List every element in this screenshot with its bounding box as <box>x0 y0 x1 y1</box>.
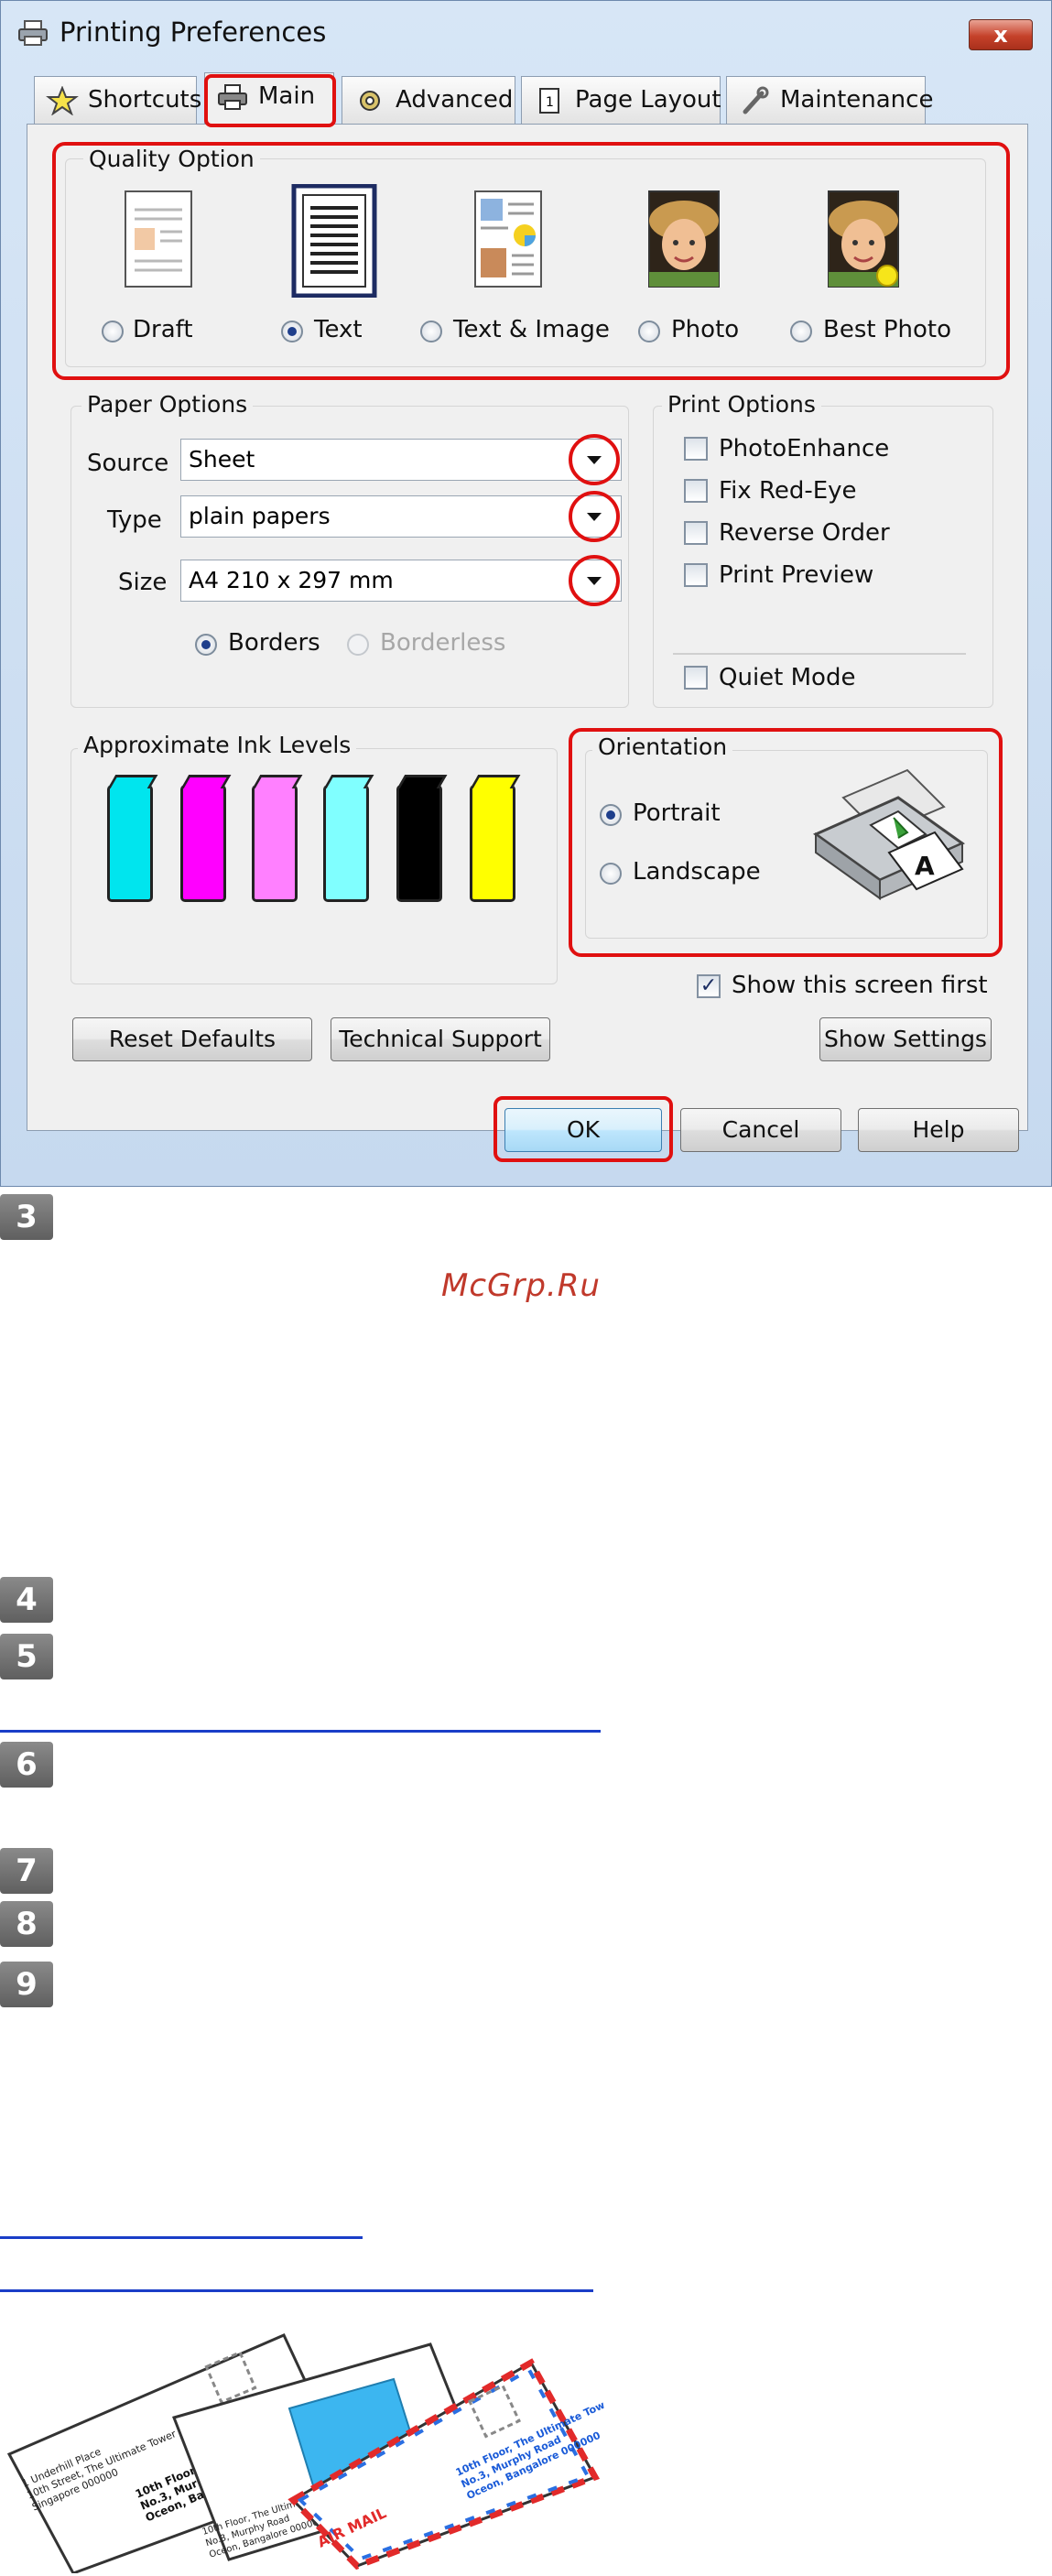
print-options-label: Print Options <box>662 391 821 418</box>
step-badge: 3 <box>0 1194 53 1240</box>
separator-link-line[interactable] <box>0 2289 593 2292</box>
best-photo-radio[interactable] <box>790 321 812 342</box>
size-arrow-highlight <box>569 555 620 606</box>
landscape-radio[interactable] <box>600 863 622 885</box>
text-document-icon <box>291 184 377 298</box>
show-settings-button[interactable]: Show Settings <box>819 1017 992 1061</box>
title-bar[interactable]: Printing Preferences x <box>1 1 1051 67</box>
ink-cartridge-icon <box>252 785 298 902</box>
source-select[interactable]: Sheet <box>180 439 622 481</box>
step-badge: 9 <box>0 1962 53 2007</box>
orientation-label: Orientation <box>592 734 733 760</box>
tab-main[interactable]: Main <box>204 72 334 124</box>
borderless-label: Borderless <box>380 629 506 657</box>
draft-document-icon <box>125 190 192 288</box>
paper-options-label: Paper Options <box>81 391 254 418</box>
size-select[interactable]: A4 210 x 297 mm <box>180 560 622 602</box>
tab-maintenance[interactable]: Maintenance <box>726 76 933 124</box>
cancel-button[interactable]: Cancel <box>680 1108 841 1152</box>
type-label: Type <box>107 506 162 534</box>
borders-label: Borders <box>228 629 320 657</box>
separator-link-line[interactable] <box>0 1730 601 1733</box>
printer-icon <box>18 20 48 46</box>
step-badge: 4 <box>0 1577 53 1623</box>
borderless-radio <box>347 634 369 656</box>
best-photo-label: Best Photo <box>823 316 952 343</box>
advanced-gear-icon <box>360 91 380 111</box>
print-options-divider <box>673 653 966 655</box>
quiet-mode-checkbox[interactable] <box>684 666 708 690</box>
photo-icon <box>648 190 720 288</box>
tab-advanced[interactable]: Advanced <box>342 76 515 124</box>
tab-page-layout-label: Page Layout <box>575 86 721 114</box>
reverse-order-label: Reverse Order <box>719 519 890 547</box>
star-icon <box>46 86 79 115</box>
landscape-label: Landscape <box>633 858 761 886</box>
close-button[interactable]: x <box>969 19 1033 50</box>
watermark: McGrp.Ru <box>441 1267 601 1304</box>
show-screen-first-checkbox[interactable]: ✓ <box>697 974 721 998</box>
step-badge: 8 <box>0 1901 53 1947</box>
quality-option-label: Quality Option <box>83 146 260 172</box>
source-label: Source <box>87 450 169 477</box>
source-arrow-highlight <box>569 434 620 485</box>
ink-levels-label: Approximate Ink Levels <box>78 732 357 758</box>
text-image-document-icon <box>474 190 542 288</box>
ink-cartridge-icon <box>180 785 226 902</box>
ok-button[interactable]: OK <box>504 1108 662 1152</box>
svg-text:A: A <box>915 851 935 881</box>
step-badge: 5 <box>0 1634 53 1679</box>
tab-shortcuts-label: Shortcuts <box>88 86 202 114</box>
fix-red-eye-label: Fix Red-Eye <box>719 477 857 505</box>
portrait-label: Portrait <box>633 799 721 827</box>
tab-maintenance-label: Maintenance <box>780 86 934 114</box>
ink-cartridge-icon <box>470 785 515 902</box>
photoenhance-label: PhotoEnhance <box>719 435 890 462</box>
text-image-radio[interactable] <box>420 321 442 342</box>
technical-support-button[interactable]: Technical Support <box>331 1017 550 1061</box>
ink-cartridge-icon <box>396 785 442 902</box>
tab-main-label: Main <box>258 82 316 110</box>
ink-cartridge-icon <box>323 785 369 902</box>
photo-label: Photo <box>671 316 740 343</box>
help-button[interactable]: Help <box>858 1108 1019 1152</box>
best-photo-icon <box>828 190 899 288</box>
fix-red-eye-checkbox[interactable] <box>684 479 708 503</box>
draft-label: Draft <box>133 316 193 343</box>
svg-text:1: 1 <box>546 95 554 110</box>
tab-shortcuts[interactable]: Shortcuts <box>34 76 201 124</box>
printer-orientation-icon: A <box>812 768 966 900</box>
text-radio[interactable] <box>281 321 303 342</box>
portrait-radio[interactable] <box>600 804 622 826</box>
print-preview-checkbox[interactable] <box>684 563 708 587</box>
draft-radio[interactable] <box>102 321 124 342</box>
tab-page-layout[interactable]: 1 Page Layout <box>521 76 721 124</box>
print-preview-label: Print Preview <box>719 561 874 589</box>
borders-radio[interactable] <box>195 634 217 656</box>
page-layout-icon: 1 <box>539 88 559 114</box>
reverse-order-checkbox[interactable] <box>684 521 708 545</box>
window-title: Printing Preferences <box>60 16 327 48</box>
wrench-icon <box>743 86 769 114</box>
reset-defaults-button[interactable]: Reset Defaults <box>72 1017 312 1061</box>
step-badge: 7 <box>0 1848 53 1894</box>
printing-preferences-dialog: Printing Preferences x Shortcuts Main Ad… <box>0 0 1052 1187</box>
photo-radio[interactable] <box>638 321 660 342</box>
envelopes-illustration: 1 Underhill Place10th Street, The Ultima… <box>6 2333 604 2573</box>
printer-icon <box>218 84 247 110</box>
text-label: Text <box>314 316 363 343</box>
tab-advanced-label: Advanced <box>396 86 514 114</box>
type-select[interactable]: plain papers <box>180 495 622 538</box>
text-image-label: Text & Image <box>453 316 610 343</box>
step-badge: 6 <box>0 1742 53 1788</box>
size-label: Size <box>118 569 168 596</box>
ink-cartridge-icon <box>107 785 153 902</box>
separator-link-line[interactable] <box>0 2236 363 2239</box>
type-arrow-highlight <box>569 491 620 542</box>
quiet-mode-label: Quiet Mode <box>719 664 856 691</box>
show-screen-first-label: Show this screen first <box>732 972 988 999</box>
photoenhance-checkbox[interactable] <box>684 437 708 461</box>
